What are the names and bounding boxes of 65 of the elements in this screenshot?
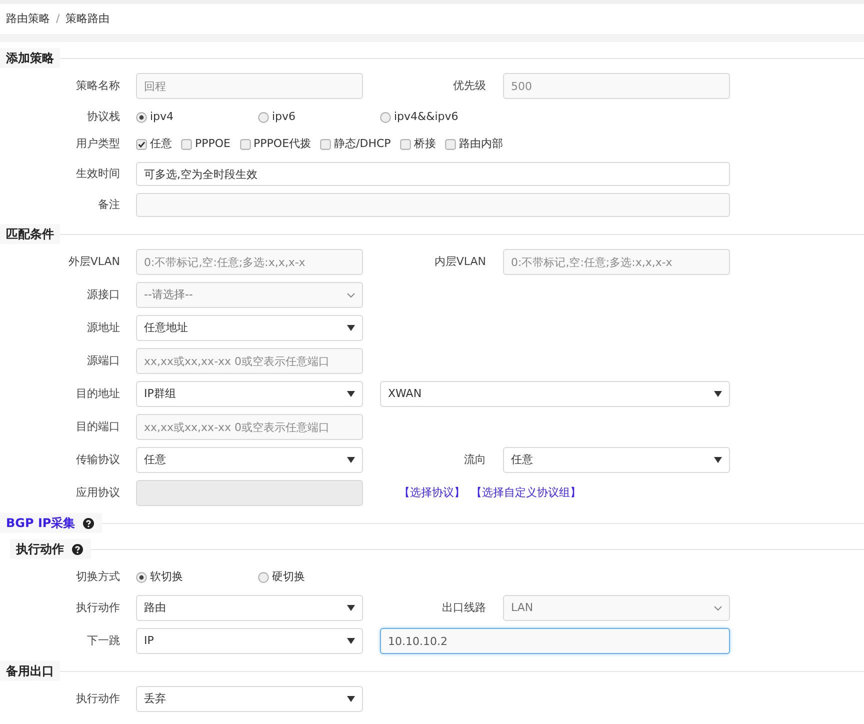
link[interactable]: 【选择协议】: [399, 484, 465, 502]
field-label: 传输协议: [75, 452, 121, 468]
field-label: 应用协议: [75, 484, 121, 501]
field-label: 执行动作: [75, 600, 121, 616]
input-field[interactable]: 500: [503, 73, 730, 99]
checkbox-option[interactable]: PPPOE代拨: [240, 136, 312, 152]
field-label: 外层VLAN: [67, 254, 121, 270]
caret-icon: [347, 325, 355, 331]
caret-icon: [347, 391, 355, 397]
field-label: 内层VLAN: [433, 254, 487, 270]
checkbox-option[interactable]: 桥接: [400, 136, 436, 152]
caret-icon: [347, 605, 355, 611]
radio-option[interactable]: 软切换: [136, 568, 258, 586]
input-field[interactable]: xx,xx或xx,xx-xx 0或空表示任意端口: [136, 348, 363, 374]
select-field[interactable]: XWAN: [380, 381, 730, 407]
input-field[interactable]: 10.10.10.2: [380, 628, 730, 654]
radio-option[interactable]: ipv4: [136, 108, 258, 126]
select-field[interactable]: 路由: [136, 595, 363, 621]
select-field[interactable]: IP群组: [136, 381, 363, 407]
field-label: 策略名称: [75, 78, 121, 94]
field-label: 源地址: [86, 320, 121, 336]
field-label: 目的地址: [75, 386, 121, 402]
checkbox-option[interactable]: PPPOE: [181, 136, 231, 152]
input-field[interactable]: 可多选,空为全时段生效: [136, 162, 730, 186]
select-field[interactable]: 任意: [136, 447, 363, 473]
radio-option[interactable]: ipv6: [258, 108, 380, 126]
field-label: 出口线路: [441, 600, 487, 616]
breadcrumb-item: 策略路由: [66, 10, 110, 27]
caret-icon: [347, 696, 355, 702]
caret-icon: [714, 391, 722, 397]
caret-icon: [347, 638, 355, 644]
select-field[interactable]: --请选择--: [136, 282, 363, 308]
checkbox-option[interactable]: 静态/DHCP: [320, 136, 391, 152]
checkbox-option[interactable]: 路由内部: [444, 136, 503, 152]
caret-icon: [714, 457, 722, 463]
link[interactable]: 【选择自定义协议组】: [471, 484, 581, 502]
checkbox-option[interactable]: 任意: [136, 136, 172, 152]
breadcrumb-item[interactable]: 路由策略: [6, 10, 50, 28]
field-label: 源接口: [86, 286, 121, 303]
select-field[interactable]: IP: [136, 628, 363, 654]
field-label: 备注: [97, 196, 121, 213]
input-field[interactable]: 回程: [136, 73, 363, 99]
input-field[interactable]: 0:不带标记,空:任意;多选:x,x,x-x: [503, 249, 730, 275]
radio-option[interactable]: 硬切换: [258, 568, 380, 586]
input-field[interactable]: xx,xx或xx,xx-xx 0或空表示任意端口: [136, 414, 363, 440]
field-label: 流向: [463, 452, 487, 468]
radio-option[interactable]: ipv4&&ipv6: [380, 108, 502, 126]
caret-icon: [347, 457, 355, 463]
chevron-down-icon: [714, 606, 722, 610]
field-label: 执行动作: [75, 690, 121, 707]
field-label: 目的端口: [75, 418, 121, 435]
field-label: 优先级: [452, 78, 487, 94]
input-field[interactable]: [136, 193, 730, 217]
input-field[interactable]: 0:不带标记,空:任意;多选:x,x,x-x: [136, 249, 363, 275]
select-field[interactable]: 任意地址: [136, 315, 363, 341]
field-label: 用户类型: [75, 136, 121, 152]
field-label: 源端口: [86, 352, 121, 369]
select-field[interactable]: 丢弃: [136, 686, 363, 712]
field-label: 生效时间: [75, 166, 121, 182]
field-label: 下一跳: [86, 632, 121, 649]
field-label: 协议栈: [86, 108, 121, 125]
field-label: 切换方式: [75, 568, 121, 585]
breadcrumb-separator: /: [56, 10, 60, 27]
select-field[interactable]: 任意: [503, 447, 730, 473]
chevron-down-icon: [347, 292, 355, 298]
